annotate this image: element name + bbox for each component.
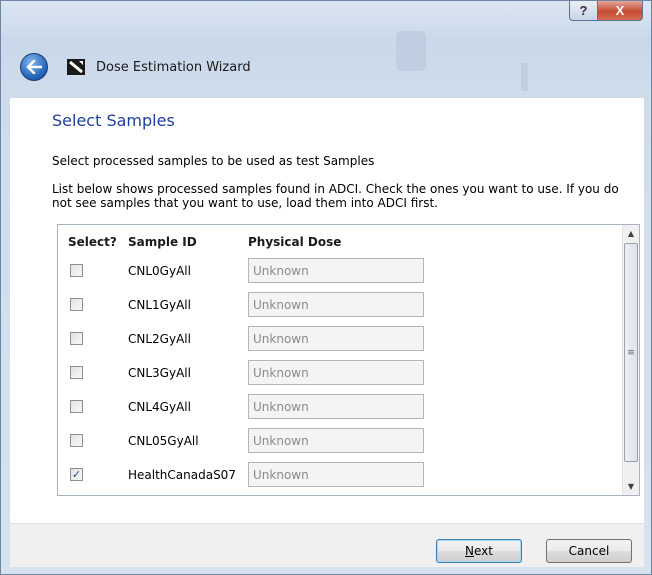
sample-row: ✓ HealthCanadaS07 Unknown: [58, 462, 618, 490]
sample-row: CNL2GyAll Unknown: [58, 326, 618, 354]
sample-id: CNL2GyAll: [128, 332, 191, 346]
scroll-down-arrow-icon[interactable]: ▼: [623, 478, 639, 495]
select-checkbox[interactable]: [70, 400, 83, 413]
select-checkbox[interactable]: [70, 264, 83, 277]
vertical-scrollbar[interactable]: ▲ ≡ ▼: [622, 225, 639, 495]
app-logo-icon: [67, 59, 85, 75]
next-mnemonic: N: [465, 544, 474, 558]
grip-icon: ≡: [627, 347, 635, 358]
column-header-sample-id: Sample ID: [128, 235, 197, 249]
next-label: ext: [474, 544, 493, 558]
sample-id: CNL0GyAll: [128, 264, 191, 278]
sample-id: CNL3GyAll: [128, 366, 191, 380]
help-button[interactable]: ?: [569, 1, 598, 21]
select-checkbox[interactable]: [70, 434, 83, 447]
sample-row: CNL1GyAll Unknown: [58, 292, 618, 320]
sample-id: HealthCanadaS07: [128, 468, 236, 482]
sample-row: CNL05GyAll Unknown: [58, 428, 618, 456]
page-title: Select Samples: [52, 111, 175, 130]
sample-id: CNL4GyAll: [128, 400, 191, 414]
column-header-physical-dose: Physical Dose: [248, 235, 342, 249]
select-checkbox[interactable]: [70, 298, 83, 311]
sample-id: CNL1GyAll: [128, 298, 191, 312]
column-header-select: Select?: [68, 235, 117, 249]
physical-dose-field[interactable]: Unknown: [248, 462, 424, 487]
next-button[interactable]: Next: [436, 539, 522, 563]
physical-dose-field[interactable]: Unknown: [248, 394, 424, 419]
sample-id: CNL05GyAll: [128, 434, 199, 448]
sample-row: CNL0GyAll Unknown: [58, 258, 618, 286]
sample-row: CNL4GyAll Unknown: [58, 394, 618, 422]
back-button[interactable]: [20, 53, 48, 81]
wizard-content: Select Samples Select processed samples …: [10, 98, 644, 523]
description-text: List below shows processed samples found…: [52, 182, 619, 210]
physical-dose-field[interactable]: Unknown: [248, 258, 424, 283]
window-title: Dose Estimation Wizard: [96, 60, 251, 75]
scrollbar-thumb[interactable]: ≡: [624, 243, 638, 462]
title-background-decoration-2: [521, 63, 528, 91]
select-checkbox[interactable]: [70, 366, 83, 379]
physical-dose-field[interactable]: Unknown: [248, 326, 424, 351]
scroll-up-arrow-icon[interactable]: ▲: [623, 225, 639, 242]
physical-dose-field[interactable]: Unknown: [248, 428, 424, 453]
title-background-decoration: [396, 31, 426, 71]
physical-dose-field[interactable]: Unknown: [248, 360, 424, 385]
back-arrow-icon: [26, 60, 42, 74]
intro-text: Select processed samples to be used as t…: [52, 154, 375, 168]
wizard-window: ? X Dose Estimation Wizard Select Sample…: [0, 0, 652, 575]
close-button[interactable]: X: [597, 1, 643, 21]
sample-row: CNL3GyAll Unknown: [58, 360, 618, 388]
wizard-footer: Next Cancel: [10, 523, 644, 567]
select-checkbox[interactable]: ✓: [70, 468, 83, 481]
samples-list[interactable]: Select? Sample ID Physical Dose CNL0GyAl…: [57, 224, 640, 496]
select-checkbox[interactable]: [70, 332, 83, 345]
caption-buttons: ? X: [569, 1, 643, 23]
cancel-button[interactable]: Cancel: [546, 539, 632, 563]
physical-dose-field[interactable]: Unknown: [248, 292, 424, 317]
